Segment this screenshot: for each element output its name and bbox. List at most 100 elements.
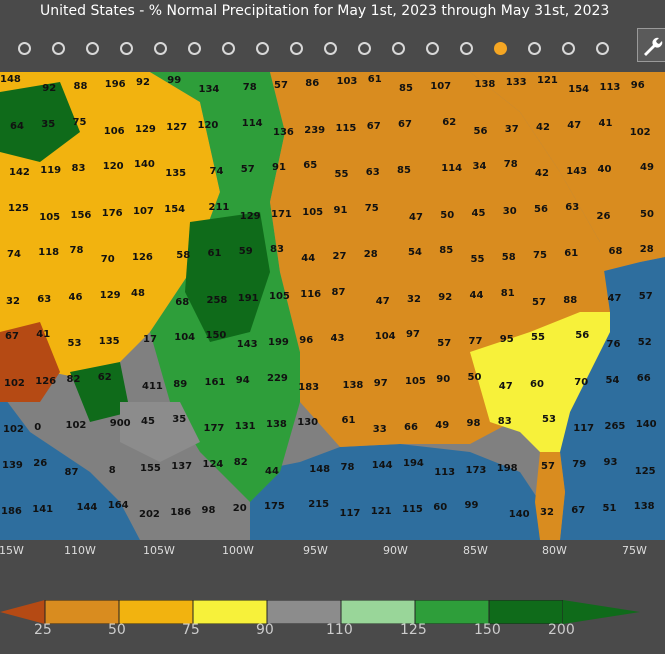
station-value: 61 (207, 248, 222, 260)
station-value: 117 (339, 508, 361, 520)
timeline-dot-10[interactable] (324, 42, 337, 55)
longitude-label: 100W (222, 544, 254, 557)
station-value: 27 (332, 251, 347, 263)
station-value: 96 (299, 335, 314, 347)
timeline-dot-1[interactable] (18, 42, 31, 55)
timeline-dot-17[interactable] (562, 42, 575, 55)
timeline-dot-14[interactable] (460, 42, 473, 55)
station-value: 67 (571, 505, 586, 517)
station-value: 120 (197, 119, 219, 131)
station-value: 98 (201, 505, 216, 517)
station-value: 161 (204, 376, 226, 388)
station-value: 57 (532, 296, 546, 308)
longitude-label: 95W (303, 544, 328, 557)
station-value: 35 (172, 414, 187, 426)
timeline-dot-18[interactable] (596, 42, 609, 55)
station-value: 97 (373, 377, 388, 389)
station-value: 70 (100, 254, 115, 266)
station-value: 90 (436, 373, 451, 385)
station-value: 140 (508, 509, 530, 521)
station-value: 119 (40, 165, 62, 177)
station-value: 139 (2, 459, 23, 471)
timeline-dot-15[interactable] (494, 42, 507, 55)
station-value: 81 (500, 287, 515, 299)
station-value: 49 (435, 420, 450, 432)
station-value: 61 (341, 415, 356, 427)
station-value: 258 (206, 294, 228, 306)
longitude-label: 110W (64, 544, 96, 557)
station-value: 102 (3, 424, 24, 436)
station-value: 47 (409, 211, 423, 223)
station-value: 148 (0, 74, 21, 85)
station-value: 44 (301, 253, 316, 265)
station-value: 118 (38, 247, 60, 259)
timeline-dot-16[interactable] (528, 42, 541, 55)
station-value: 98 (466, 418, 481, 430)
station-value: 30 (502, 205, 517, 217)
settings-button[interactable] (637, 28, 665, 62)
station-value: 26 (33, 457, 48, 469)
station-value: 54 (408, 247, 422, 259)
station-value: 40 (597, 164, 612, 176)
station-value: 74 (7, 249, 21, 261)
station-value: 55 (531, 332, 545, 344)
station-value: 144 (76, 502, 98, 514)
timeline-dot-9[interactable] (290, 42, 303, 55)
station-value: 265 (604, 421, 626, 433)
timeline-dot-6[interactable] (188, 42, 201, 55)
precip-legend: 25 50 75 90 110 125 150 200 (0, 564, 665, 654)
station-value: 125 (8, 202, 29, 214)
station-value: 211 (208, 201, 230, 213)
station-value: 124 (202, 458, 224, 470)
station-value: 183 (298, 381, 320, 393)
station-value: 134 (198, 84, 220, 95)
station-value: 42 (536, 121, 550, 133)
station-value: 117 (573, 423, 595, 435)
legend-arrow-right (563, 600, 640, 624)
station-value: 143 (236, 339, 258, 351)
station-value: 121 (537, 75, 558, 86)
timeline-dot-4[interactable] (120, 42, 133, 55)
timeline-dot-3[interactable] (86, 42, 99, 55)
station-value: 121 (370, 506, 392, 518)
station-value: 86 (305, 78, 320, 89)
longitude-label: 90W (383, 544, 408, 557)
station-value: 41 (36, 329, 51, 341)
station-value: 900 (109, 418, 131, 430)
station-value: 125 (634, 465, 656, 477)
timeline-dot-2[interactable] (52, 42, 65, 55)
station-value: 126 (132, 252, 153, 264)
timeline-dot-5[interactable] (154, 42, 167, 55)
station-value: 138 (474, 79, 496, 90)
station-value: 57 (274, 80, 288, 91)
legend-tick-label: 25 (34, 622, 52, 638)
station-value: 85 (439, 245, 454, 257)
station-value: 105 (302, 206, 324, 218)
station-value: 34 (472, 161, 487, 173)
station-value: 148 (309, 463, 331, 475)
station-value: 76 (606, 339, 621, 351)
station-value: 78 (242, 82, 257, 93)
station-value: 57 (638, 290, 653, 302)
station-value: 44 (469, 289, 484, 301)
station-value: 62 (442, 116, 457, 128)
station-value: 198 (496, 462, 518, 474)
timeline-dot-8[interactable] (256, 42, 269, 55)
station-value: 99 (464, 500, 479, 512)
station-value: 141 (32, 504, 54, 516)
timeline-dot-12[interactable] (392, 42, 405, 55)
station-value: 82 (233, 456, 248, 468)
timeline-dot-13[interactable] (426, 42, 439, 55)
station-value: 106 (103, 125, 125, 137)
station-value: 194 (403, 457, 424, 469)
timeline-dot-11[interactable] (358, 42, 371, 55)
station-value: 137 (171, 460, 193, 472)
legend-tick-label: 90 (256, 622, 274, 638)
station-value: 33 (372, 424, 387, 436)
station-value: 83 (71, 163, 86, 175)
station-value: 67 (366, 120, 381, 132)
timeline-nav (0, 26, 665, 72)
station-value: 57 (437, 338, 452, 350)
station-value: 55 (334, 169, 349, 181)
timeline-dot-7[interactable] (222, 42, 235, 55)
